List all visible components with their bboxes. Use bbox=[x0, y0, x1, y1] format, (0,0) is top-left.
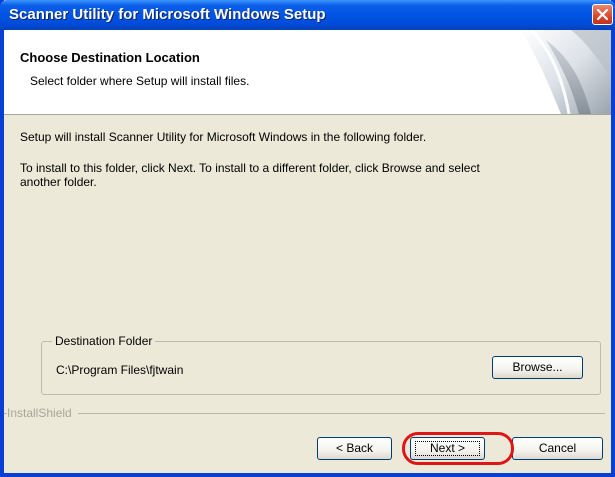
installshield-brand: InstallShield bbox=[7, 406, 78, 420]
close-icon bbox=[596, 8, 609, 21]
destination-path: C:\Program Files\fjtwain bbox=[56, 363, 184, 377]
back-button[interactable]: < Back bbox=[317, 437, 392, 460]
browse-button[interactable]: Browse... bbox=[492, 356, 583, 379]
install-info-text: Setup will install Scanner Utility for M… bbox=[20, 130, 427, 144]
cancel-button[interactable]: Cancel bbox=[512, 437, 603, 460]
header-panel: Choose Destination Location Select folde… bbox=[4, 30, 611, 115]
next-button-highlight bbox=[402, 432, 514, 465]
page-title: Choose Destination Location bbox=[20, 50, 200, 65]
setup-window: Scanner Utility for Microsoft Windows Se… bbox=[0, 0, 615, 477]
destination-folder-label: Destination Folder bbox=[52, 334, 156, 348]
page-subtitle: Select folder where Setup will install f… bbox=[30, 74, 250, 88]
installshield-divider: InstallShield bbox=[4, 406, 611, 420]
window-title: Scanner Utility for Microsoft Windows Se… bbox=[9, 6, 326, 23]
close-button[interactable] bbox=[592, 4, 613, 25]
instruction-text-line1: To install to this folder, click Next. T… bbox=[20, 161, 480, 175]
instruction-text-line2: another folder. bbox=[20, 175, 97, 189]
destination-folder-group: Destination Folder C:\Program Files\fjtw… bbox=[41, 334, 601, 395]
title-bar[interactable]: Scanner Utility for Microsoft Windows Se… bbox=[0, 0, 615, 30]
divider-line bbox=[4, 413, 605, 414]
setup-wizard-graphic bbox=[521, 30, 611, 114]
